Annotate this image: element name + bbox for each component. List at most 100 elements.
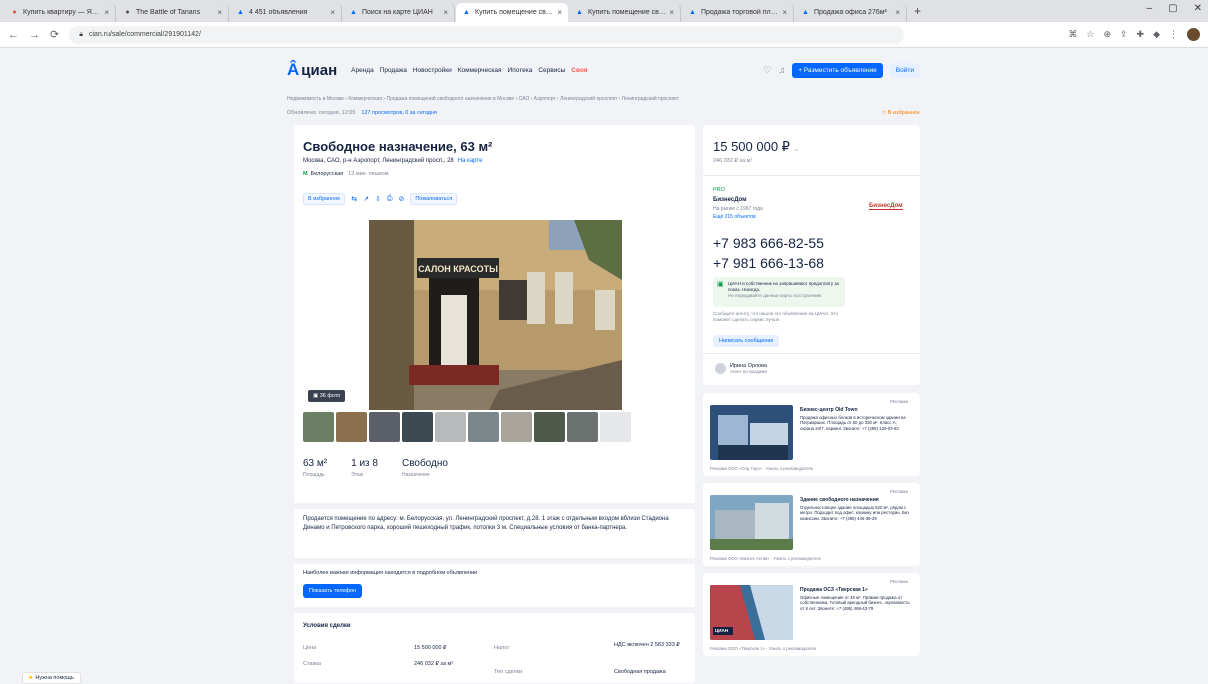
menu-sale[interactable]: Продажа [380, 67, 407, 74]
thumbnail[interactable] [402, 412, 433, 442]
url-field[interactable]: 🔒︎ cian.ru/sale/commercial/291901142/ [69, 25, 905, 44]
agent-objects-link[interactable]: Ещё 215 объектов [713, 214, 756, 220]
translate-icon[interactable]: ⌘ [1068, 29, 1077, 40]
ad-text: Продажа офисных блоков в историческом зд… [800, 415, 906, 431]
add-favorite-button[interactable]: В избранное [303, 193, 346, 205]
thumbnail[interactable] [501, 412, 532, 442]
agent-name[interactable]: БизнесДом [713, 197, 747, 203]
menu-dots-icon[interactable]: ⋮ [1169, 29, 1178, 40]
menu-services[interactable]: Сервисы [538, 67, 565, 74]
price-history-icon[interactable]: ⌄ [793, 144, 800, 153]
new-tab-button[interactable]: + [914, 4, 921, 18]
ad-label: Реклама [889, 399, 908, 404]
zoom-icon[interactable]: ⊕ [1103, 29, 1111, 40]
tab-close-icon[interactable]: × [669, 8, 674, 17]
menu-mortgage[interactable]: Ипотека [508, 67, 533, 74]
menu-rent[interactable]: Аренда [351, 67, 374, 74]
hide-icon[interactable]: ⊘ [398, 195, 404, 203]
login-button[interactable]: Войти [889, 62, 920, 78]
ad-card[interactable]: Реклама ЦИАН Продажа ОСЗ «Тверская 1» Оф… [703, 573, 920, 656]
views-link[interactable]: 127 просмотров, 0 за сегодня [361, 110, 436, 116]
map-link[interactable]: На карте [458, 158, 483, 164]
browser-tab[interactable]: ▲ Поиск на карте ЦИАН × [343, 3, 455, 22]
metro-station[interactable]: Белорусская [311, 171, 344, 177]
extension-puzzle-icon[interactable]: ✚ [1137, 29, 1145, 40]
browser-tab[interactable]: ▲ Продажа офиса 276м² × [795, 3, 907, 22]
breadcrumb[interactable]: Недвижимость в Москве › Коммерческая › П… [287, 96, 920, 102]
thumbnail[interactable] [435, 412, 466, 442]
lock-icon: 🔒︎ [79, 30, 83, 38]
thumbnail[interactable] [369, 412, 400, 442]
browser-tab[interactable]: ● The Battle of Tanaris × [117, 3, 229, 22]
browser-tab[interactable]: ▲ Продажа торговой площ × [682, 3, 794, 22]
download-icon[interactable]: ⇩ [375, 195, 381, 203]
extension-shield-icon[interactable]: ◆ [1153, 29, 1160, 40]
tab-close-icon[interactable]: × [557, 8, 562, 17]
term-label: Ставка [303, 661, 321, 667]
agent-logo[interactable]: БизнесДом [869, 203, 903, 210]
notifications-bell-icon[interactable]: ♫ [778, 65, 785, 75]
browser-tab[interactable]: ▲ Купить помещение свобод × [456, 3, 568, 22]
report-button[interactable]: Пожаловаться [410, 193, 458, 205]
tab-favicon-icon: ▲ [237, 9, 244, 16]
back-icon[interactable]: ← [8, 29, 19, 41]
thumbnail-strip [303, 412, 631, 442]
walk-time: 13 мин. пешком [348, 171, 389, 177]
cian-logo[interactable]: Â циан [287, 60, 337, 80]
close-window-icon[interactable]: ✕ [1194, 3, 1202, 14]
reload-icon[interactable]: ⟳ [50, 28, 59, 41]
favorite-link[interactable]: ☆ В избранное [881, 110, 920, 116]
ad-image [710, 495, 793, 550]
forward-icon[interactable]: → [29, 29, 40, 41]
ad-title: Продажа ОСЗ «Тверская 1» [800, 587, 868, 593]
profile-avatar[interactable] [1187, 28, 1200, 41]
thumbnail[interactable] [303, 412, 334, 442]
camera-icon: ▣ [313, 393, 320, 399]
compare-icon[interactable]: ⇆ [351, 195, 357, 203]
thumbnail[interactable] [567, 412, 598, 442]
tab-close-icon[interactable]: × [782, 8, 787, 17]
phone-number[interactable]: +7 981 666-13-68 [713, 255, 824, 271]
maximize-icon[interactable]: ▢ [1168, 3, 1177, 14]
browser-tab[interactable]: ▲ 4 451 объявления × [230, 3, 342, 22]
menu-own[interactable]: Своя [571, 67, 587, 74]
tab-close-icon[interactable]: × [104, 8, 109, 17]
menu-new-buildings[interactable]: Новостройки [413, 67, 452, 74]
ad-card[interactable]: Реклама Бизнес-центр Old Town Продажа оф… [703, 393, 920, 476]
address-text[interactable]: Москва, САО, р-н Аэропорт, Ленинградский… [303, 158, 454, 164]
stat-purpose: Свободно Назначение [401, 458, 448, 478]
tab-favicon-icon: ▲ [463, 9, 470, 16]
minimize-icon[interactable]: – [1147, 3, 1153, 14]
menu-commercial[interactable]: Коммерческая [458, 67, 502, 74]
write-message-button[interactable]: Написать сообщение [713, 335, 780, 347]
ad-card[interactable]: Реклама Здание свободного назначения Отд… [703, 483, 920, 566]
browser-tab[interactable]: ● Купить квартиру — Яндекс× [4, 3, 116, 22]
author-block[interactable]: Ирина Орлова Агент по продаже [715, 363, 767, 374]
show-phone-button[interactable]: Показать телефон [303, 584, 363, 598]
share-icon[interactable]: ⇪ [1120, 29, 1128, 40]
ad-footer: Реклама ООО «Тверская 1» · Узнать о рекл… [710, 646, 817, 651]
tab-close-icon[interactable]: × [217, 8, 222, 17]
browser-tab[interactable]: ▲ Купить помещение свобод × [569, 3, 681, 22]
ad-text: Офисные помещения от 45 м². Прямая прода… [800, 595, 910, 611]
main-photo[interactable]: САЛОН КРАСОТЫ [369, 220, 622, 410]
tab-close-icon[interactable]: × [330, 8, 335, 17]
key-stats: 63 м² Площадь 1 из 8 Этаж Свободно Назна… [303, 458, 448, 478]
thumbnail[interactable] [600, 412, 631, 442]
thumbnail[interactable] [336, 412, 367, 442]
help-button[interactable]: ■ Нужна помощь [22, 672, 81, 684]
place-ad-button[interactable]: + Разместить объявление [792, 62, 883, 78]
phone-number[interactable]: +7 983 666-82-55 [713, 235, 824, 251]
ad-footer: Реклама ООО «Олд Таун» · Узнать о реклам… [710, 466, 814, 471]
ad-text: Отдельностоящее здание площадью 520 м², … [800, 505, 910, 521]
tab-close-icon[interactable]: × [895, 8, 900, 17]
thumbnail[interactable] [468, 412, 499, 442]
share-icon[interactable]: ↗ [363, 195, 369, 203]
photo-count-badge[interactable]: ▣ 36 фото [308, 390, 346, 402]
favorites-heart-icon[interactable]: ♡ [763, 65, 771, 76]
thumbnail[interactable] [534, 412, 565, 442]
metro-info: M Белорусская 13 мин. пешком [303, 171, 389, 177]
tab-close-icon[interactable]: × [443, 8, 448, 17]
print-icon[interactable]: ⎙ [387, 195, 393, 203]
bookmark-star-icon[interactable]: ☆ [1086, 29, 1094, 40]
